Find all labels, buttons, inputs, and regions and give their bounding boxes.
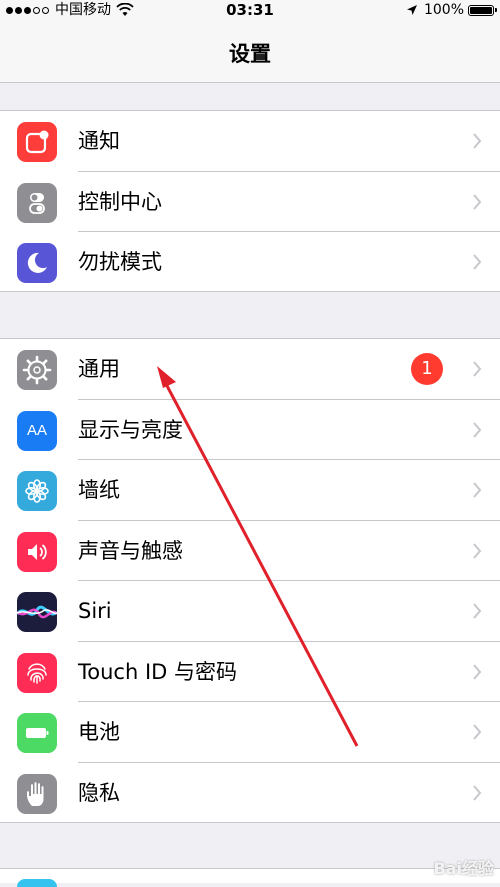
settings-row-display-brightness[interactable]: AA 显示与亮度	[0, 400, 500, 460]
row-label: 声音与触感	[78, 538, 183, 563]
row-label: 勿扰模式	[78, 250, 162, 274]
settings-group-1: 通知 控制中心 勿扰模式	[0, 110, 500, 292]
battery-percent: 100%	[423, 2, 464, 18]
settings-group-2: 通用 1 AA 显示与亮度 墙纸 声音与触感 Siri Touch ID 与密码…	[0, 338, 500, 823]
battery-icon	[17, 713, 57, 753]
chevron-right-icon	[473, 542, 482, 559]
battery-status-icon	[468, 4, 497, 16]
notifications-icon	[17, 122, 57, 162]
row-label: 通知	[78, 129, 120, 153]
row-label: 墙纸	[78, 478, 120, 502]
row-label: Siri	[78, 599, 112, 623]
do-not-disturb-icon	[17, 243, 57, 283]
settings-row-siri[interactable]: Siri	[0, 581, 500, 642]
chevron-right-icon	[473, 603, 482, 619]
chevron-right-icon	[473, 361, 482, 377]
location-icon	[406, 5, 417, 15]
chevron-right-icon	[473, 724, 482, 740]
wallpaper-icon	[17, 471, 57, 511]
chevron-right-icon	[473, 663, 482, 680]
update-badge: 1	[411, 353, 443, 385]
page-title: 设置	[229, 42, 271, 66]
settings-row-control-center[interactable]: 控制中心	[0, 172, 500, 232]
row-label: 电池	[78, 720, 120, 744]
settings-row-touch-id-passcode[interactable]: Touch ID 与密码	[0, 642, 500, 702]
settings-row-do-not-disturb[interactable]: 勿扰模式	[0, 232, 500, 291]
row-label: 显示与亮度	[78, 417, 183, 442]
control-center-icon	[17, 182, 57, 223]
fingerprint-icon	[17, 652, 57, 693]
settings-row-battery[interactable]: 电池	[0, 702, 500, 763]
chevron-right-icon	[473, 421, 482, 438]
siri-icon	[17, 592, 57, 632]
chevron-right-icon	[473, 784, 482, 801]
settings-row-notifications[interactable]: 通知	[0, 111, 500, 172]
top-bar: 中国移动 03:31 100% 设置	[0, 0, 500, 83]
row-label: Touch ID 与密码	[78, 659, 237, 684]
settings-row-wallpaper[interactable]: 墙纸	[0, 460, 500, 521]
row-label: 隐私	[78, 780, 120, 805]
gear-icon	[17, 350, 57, 390]
status-bar: 中国移动 03:31 100%	[0, 0, 500, 20]
watermark: Bai经验	[433, 859, 494, 878]
settings-row-privacy[interactable]: 隐私	[0, 763, 500, 822]
row-label: 通用	[78, 357, 120, 381]
settings-row-sounds-haptics[interactable]: 声音与触感	[0, 521, 500, 581]
chevron-right-icon	[473, 254, 482, 270]
chevron-right-icon	[473, 193, 482, 210]
row-label: 控制中心	[78, 189, 162, 214]
hand-icon	[17, 773, 57, 814]
partial-row-icon	[17, 879, 57, 887]
chevron-right-icon	[473, 482, 482, 498]
sounds-icon	[17, 531, 57, 572]
settings-group-3	[0, 868, 500, 887]
settings-row-general[interactable]: 通用 1	[0, 339, 500, 400]
display-brightness-icon: AA	[17, 410, 57, 451]
chevron-right-icon	[473, 133, 482, 149]
